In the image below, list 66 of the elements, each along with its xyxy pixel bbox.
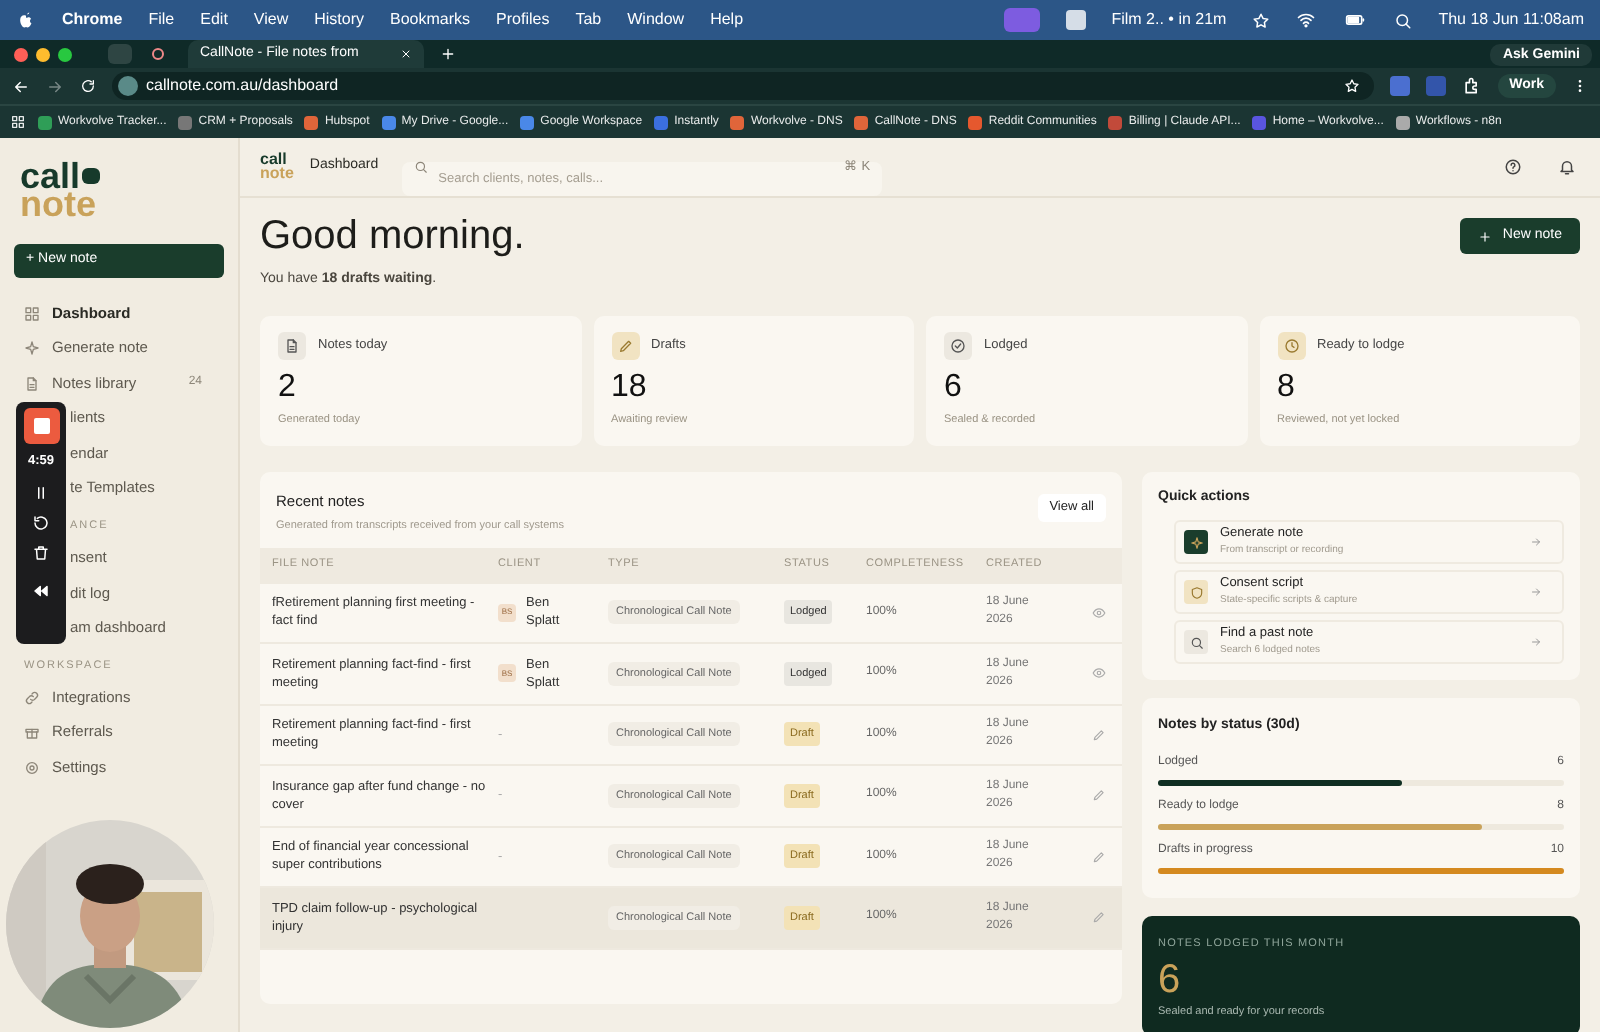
- arrow-right-icon: [1530, 586, 1542, 598]
- restart-icon[interactable]: [32, 513, 50, 532]
- stat-value: 18: [611, 367, 649, 407]
- rewind-icon[interactable]: [32, 581, 50, 600]
- star-icon[interactable]: [1252, 11, 1271, 29]
- logo-text: note: [20, 190, 96, 220]
- settings-icon: [24, 759, 40, 776]
- menu-item[interactable]: Tab: [575, 8, 602, 32]
- star-icon[interactable]: [1343, 78, 1360, 94]
- stat-value: 2: [278, 367, 298, 407]
- gift-icon: [24, 724, 40, 741]
- document-icon: [284, 337, 300, 353]
- logo-text: note: [260, 167, 294, 180]
- puzzle-icon[interactable]: [1461, 76, 1482, 96]
- menu-item[interactable]: History: [314, 8, 365, 32]
- grid-icon: [24, 305, 40, 322]
- wifi-icon[interactable]: [1296, 10, 1317, 30]
- menu-item[interactable]: Bookmarks: [390, 8, 471, 32]
- search-icon: [414, 160, 429, 174]
- menu-item[interactable]: View: [253, 8, 289, 32]
- logo-text: call: [20, 162, 81, 191]
- menu-item[interactable]: Edit: [200, 8, 228, 32]
- bell-icon[interactable]: [1558, 158, 1576, 176]
- check-circle-icon: [950, 337, 966, 353]
- sparkle-icon: [1189, 535, 1203, 549]
- apple-icon[interactable]: [16, 10, 36, 30]
- shield-icon: [1189, 585, 1203, 599]
- calendar-event[interactable]: Film 2.. • in 21m: [1111, 8, 1227, 32]
- address-bar[interactable]: callnote.com.au/dashboard: [112, 72, 1374, 100]
- document-icon: [24, 375, 40, 392]
- menu-bar-clock: Thu 18 Jun 11:08am: [1438, 8, 1584, 32]
- logo-text: call: [260, 154, 287, 167]
- stop-button[interactable]: [23, 408, 59, 444]
- recording-tab-icon[interactable]: [152, 48, 164, 60]
- help-icon[interactable]: [1504, 158, 1522, 176]
- apps-icon[interactable]: [10, 114, 26, 130]
- search-icon[interactable]: [1394, 11, 1413, 29]
- link-icon: [24, 689, 40, 706]
- battery-icon[interactable]: [1342, 10, 1369, 30]
- app-status-icon[interactable]: [1065, 10, 1086, 30]
- url-text: callnote.com.au/dashboard: [146, 74, 339, 98]
- speech-bubble-icon: [82, 168, 101, 185]
- menu-item[interactable]: Window: [627, 8, 685, 32]
- sparkle-icon: [24, 340, 40, 357]
- stat-value: 6: [944, 367, 964, 407]
- search-icon: [1189, 635, 1203, 649]
- greeting-title: Good morning.: [260, 212, 525, 262]
- arrow-right-icon: [1530, 636, 1542, 648]
- extension-icon[interactable]: [1389, 76, 1410, 96]
- plus-icon[interactable]: [440, 46, 456, 62]
- site-info-icon[interactable]: [118, 76, 138, 96]
- clock-icon: [1283, 337, 1299, 353]
- arrow-right-icon: [1530, 536, 1542, 548]
- app-menu[interactable]: Chrome: [62, 8, 123, 32]
- month-count: 6: [1158, 955, 1183, 1004]
- back-arrow-icon[interactable]: [12, 77, 30, 95]
- menu-item[interactable]: File: [148, 8, 175, 32]
- pause-icon[interactable]: [32, 483, 50, 502]
- stat-value: 8: [1277, 367, 1297, 407]
- menu-item[interactable]: Profiles: [496, 8, 550, 32]
- close-icon[interactable]: [400, 48, 412, 60]
- reload-icon[interactable]: [80, 78, 96, 94]
- menu-item[interactable]: Help: [710, 8, 744, 32]
- plus-icon: [1478, 229, 1493, 243]
- pencil-icon: [617, 337, 633, 353]
- trash-icon[interactable]: [32, 543, 50, 562]
